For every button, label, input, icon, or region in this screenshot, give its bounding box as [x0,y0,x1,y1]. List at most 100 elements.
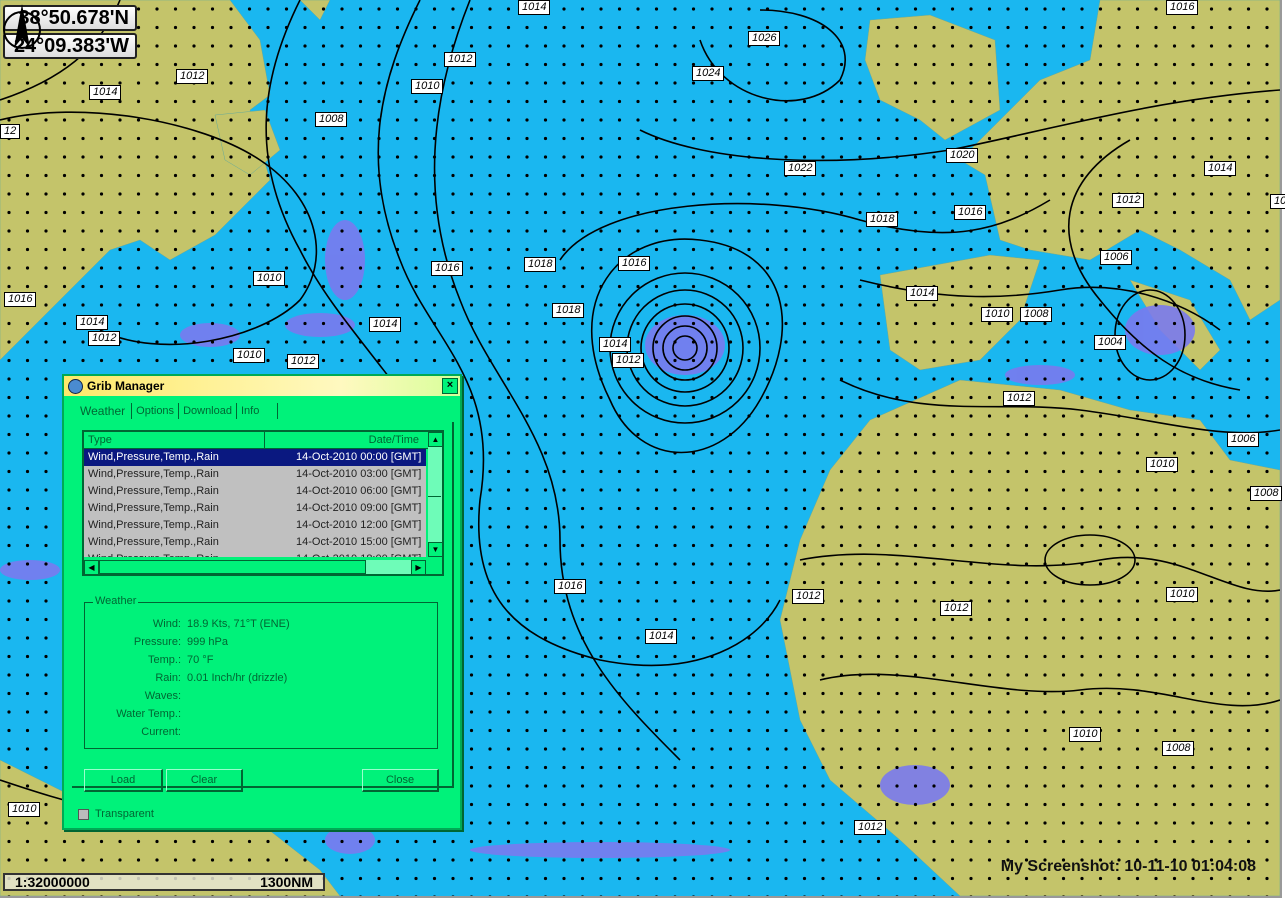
scroll-right-icon[interactable]: ▶ [411,560,426,575]
grib-manager-dialog: Grib Manager × Weather Options Download … [62,374,462,830]
row-datetime: 14-Oct-2010 18:00 [GMT] [296,551,426,557]
scroll-thumb[interactable] [428,488,441,497]
row-type: Wind,Pressure,Temp.,Rain [88,502,219,514]
list-row[interactable]: Wind,Pressure,Temp.,Rain 14-Oct-2010 09:0… [84,500,426,517]
isobar-label: 1020 [946,148,979,163]
tab-options[interactable]: Options [132,403,180,419]
scroll-up-icon[interactable]: ▲ [428,432,443,447]
isobar-label: 1012 [176,69,209,84]
isobar-label: 1022 [784,161,817,176]
tab-info[interactable]: Info [237,403,278,419]
column-datetime[interactable]: Date/Time [265,432,429,448]
scroll-thumb-horizontal[interactable] [99,560,366,574]
isobar-label: 1012 [612,353,645,368]
isobar-label: 1008 [1162,741,1195,756]
field-label: Waves: [144,690,181,702]
transparent-checkbox[interactable]: Transparent [78,808,154,820]
dialog-titlebar[interactable]: Grib Manager × [64,376,460,396]
north-arrow-icon [3,4,41,49]
isobar-label: 1012 [854,820,887,835]
row-type: Wind,Pressure,Temp.,Rain [88,551,219,557]
list-row[interactable]: Wind,Pressure,Temp.,Rain 14-Oct-2010 15:0… [84,534,426,551]
scroll-left-icon[interactable]: ◀ [84,560,99,575]
isobar-label: 1004 [1094,335,1127,350]
horizontal-scrollbar[interactable]: ◀ ▶ [84,560,426,575]
isobar-label: 1012 [444,52,477,67]
row-type: Wind,Pressure,Temp.,Rain [88,451,219,463]
field-label: Rain: [155,672,181,684]
row-datetime: 14-Oct-2010 06:00 [GMT] [296,485,422,497]
list-row[interactable]: Wind,Pressure,Temp.,Rain 14-Oct-2010 00:0… [84,449,426,466]
isobar-label: 1008 [315,112,348,127]
isobar-label: 1014 [645,629,678,644]
tab-weather[interactable]: Weather [74,403,133,419]
scale-bar: 1:32000000 1300NM [3,873,325,891]
isobar-label: 1014 [518,0,551,15]
weather-group-title: Weather [93,595,139,607]
isobar-label: 1014 [1204,161,1237,176]
row-type: Wind,Pressure,Temp.,Rain [88,485,219,497]
isobar-label: 1012 [940,601,973,616]
field-label: Temp.: [147,654,181,666]
weather-groupbox: Weather Wind: 18.9 Kts, 71°T (ENE) Pressur… [84,595,438,749]
isobar-label: 1010 [1069,727,1102,742]
weather-field: Pressure: 999 hPa [85,636,437,648]
weather-field: Rain: 0.01 Inch/hr (drizzle) [85,672,437,684]
globe-icon [68,378,83,394]
list-row[interactable]: Wind,Pressure,Temp.,Rain 14-Oct-2010 12:0… [84,517,426,534]
row-datetime: 14-Oct-2010 00:00 [GMT] [296,451,422,463]
row-datetime: 14-Oct-2010 15:00 [GMT] [296,536,422,548]
weather-tab-panel: Type Date/Time Wind,Pressure,Temp.,Rain 1… [72,422,454,792]
isobar-label: 1012 [287,354,320,369]
weather-field: Current: [85,726,437,738]
isobar-label: 1008 [1020,307,1053,322]
close-icon[interactable]: × [442,378,458,394]
isobar-label: 1016 [1166,0,1199,15]
isobar-label: 1008 [1250,486,1283,501]
isobar-label: 1018 [552,303,585,318]
row-datetime: 14-Oct-2010 09:00 [GMT] [296,502,422,514]
isobar-label: 1018 [524,257,557,272]
close-button[interactable]: Close [362,769,439,792]
field-value: 70 °F [187,654,214,666]
field-value: 0.01 Inch/hr (drizzle) [187,672,288,684]
isobar-label: 12 [0,124,21,139]
isobar-label: 1006 [1100,250,1133,265]
screenshot-caption: My Screenshot: 10-11-10 01:04:08 [1000,858,1256,875]
weather-field: Water Temp.: [85,708,437,720]
isobar-label: 1016 [618,256,651,271]
isobar-label: 1012 [792,589,825,604]
weather-field: Waves: [85,690,437,702]
row-datetime: 14-Oct-2010 12:00 [GMT] [296,519,422,531]
row-datetime: 14-Oct-2010 03:00 [GMT] [296,468,422,480]
isobar-label: 1014 [369,317,402,332]
vertical-scrollbar[interactable]: ▲ ▼ [428,432,443,557]
isobar-label: 1014 [76,315,109,330]
isobar-label: 1010 [8,802,41,817]
scale-ratio: 1:32000000 [15,874,90,890]
isobar-label: 1012 [88,331,121,346]
weather-field: Wind: 18.9 Kts, 71°T (ENE) [85,618,437,630]
weather-field: Temp.: 70 °F [85,654,437,666]
row-type: Wind,Pressure,Temp.,Rain [88,468,219,480]
field-label: Water Temp.: [116,708,181,720]
checkbox-box[interactable] [78,808,89,820]
isobar-label: 1024 [692,66,725,81]
grib-record-list[interactable]: Type Date/Time Wind,Pressure,Temp.,Rain 1… [82,430,444,576]
field-value: 18.9 Kts, 71°T (ENE) [187,618,290,630]
load-button[interactable]: Load [84,769,163,792]
list-row[interactable]: Wind,Pressure,Temp.,Rain 14-Oct-2010 03:0… [84,466,426,483]
isobar-label: 1016 [431,261,464,276]
isobar-label: 1010 [981,307,1014,322]
isobar-label: 1016 [954,205,987,220]
list-row[interactable]: Wind,Pressure,Temp.,Rain 14-Oct-2010 06:0… [84,483,426,500]
isobar-label: 1010 [253,271,286,286]
clear-button[interactable]: Clear [166,769,243,792]
tab-download[interactable]: Download [179,403,237,419]
isobar-label: 1010 [1166,587,1199,602]
row-type: Wind,Pressure,Temp.,Rain [88,536,219,548]
isobar-label: 1012 [1112,193,1145,208]
scroll-down-icon[interactable]: ▼ [428,542,443,557]
list-row[interactable]: Wind,Pressure,Temp.,Rain 14-Oct-2010 18:0… [84,551,426,557]
column-type[interactable]: Type [84,432,265,448]
